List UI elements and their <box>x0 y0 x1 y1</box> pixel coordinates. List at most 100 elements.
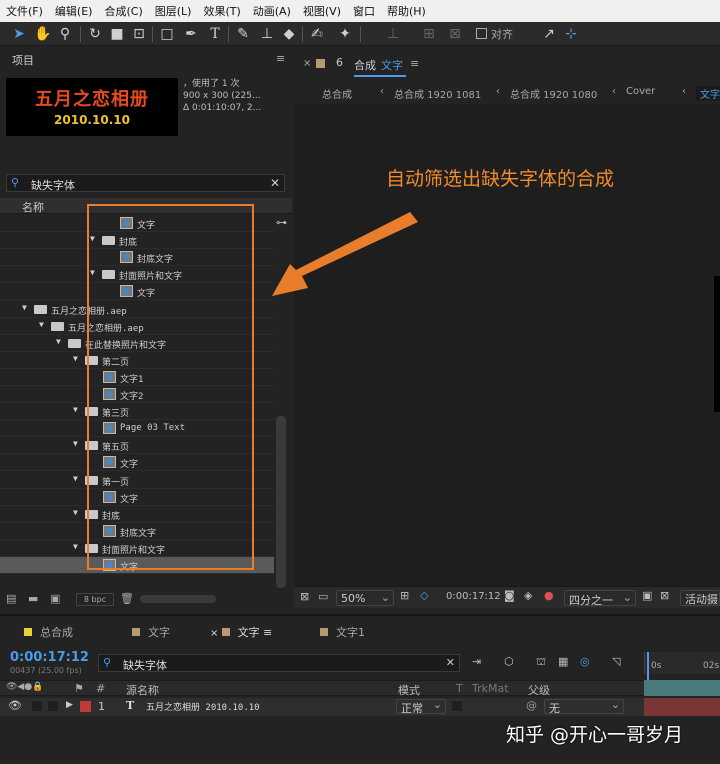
breadcrumb-chevron-icon[interactable]: ‹ <box>682 86 686 97</box>
clear-search-icon[interactable]: ✕ <box>270 176 280 190</box>
work-area-bar[interactable] <box>644 680 720 696</box>
render-icon[interactable]: ⊠ <box>300 590 309 603</box>
expand-triangle-icon[interactable]: ▶ <box>66 700 73 710</box>
preserve-transparency-switch[interactable] <box>452 701 462 711</box>
zoom-dropdown[interactable]: 50% ⌄ <box>336 590 394 606</box>
type-tool-icon[interactable]: T <box>206 25 224 43</box>
viewer-tab-name[interactable]: 文字 <box>381 57 403 73</box>
active-camera-dropdown[interactable]: 活动摄 <box>680 590 720 606</box>
expand-triangle-icon[interactable]: ▼ <box>73 439 78 448</box>
eraser-tool-icon[interactable]: ◆ <box>280 25 298 43</box>
source-name-header[interactable]: 源名称 <box>126 682 159 698</box>
show-snapshot-icon[interactable]: ◈ <box>524 589 532 602</box>
frame-blending-icon[interactable]: ▦ <box>558 655 568 668</box>
menu-item-5[interactable]: 动画(A) <box>247 3 297 19</box>
hand-tool-icon[interactable]: ✋ <box>34 25 52 43</box>
audio-switch[interactable] <box>32 701 42 711</box>
camera-tool-icon[interactable]: ■ <box>108 25 126 43</box>
pen-tool-icon[interactable]: ✒ <box>182 25 200 43</box>
align-checkbox[interactable] <box>476 28 487 39</box>
motion-blur-icon[interactable]: ◎ <box>580 655 590 668</box>
clear-search-icon[interactable]: ✕ <box>446 656 455 669</box>
scrollbar[interactable] <box>276 416 286 588</box>
breadcrumb-item[interactable]: 文字 <box>696 86 720 101</box>
roto-brush-tool-icon[interactable]: ✍ <box>308 25 326 43</box>
expand-triangle-icon[interactable]: ▼ <box>73 405 78 414</box>
breadcrumb-item[interactable]: Cover <box>626 86 655 97</box>
timeline-tab[interactable]: 文字1 <box>320 624 365 640</box>
panel-menu-icon[interactable]: ≡ <box>276 52 285 65</box>
timeline-tab[interactable]: 总合成 <box>24 624 73 640</box>
close-tab-icon[interactable]: × <box>210 628 222 639</box>
parent-dropdown[interactable]: 无 ⌄ <box>544 698 624 715</box>
timeline-tab[interactable]: × 文字 ≡ <box>210 624 272 644</box>
project-search-input[interactable]: ⚲ 缺失字体 ✕ <box>6 174 285 192</box>
expand-triangle-icon[interactable]: ▼ <box>56 337 61 346</box>
playhead[interactable] <box>647 652 649 682</box>
region-icon[interactable]: ▣ <box>642 589 652 602</box>
snapshot-icon[interactable]: ◙ <box>504 589 515 602</box>
mode-dropdown[interactable]: 正常 ⌄ <box>396 698 446 715</box>
new-comp-icon[interactable]: ▣ <box>50 592 60 605</box>
layer-row[interactable]: 👁 ▶ 1 T 五月之恋相册 2010.10.10 正常 ⌄ @ 无 ⌄ <box>0 698 644 716</box>
expand-triangle-icon[interactable]: ▼ <box>73 474 78 483</box>
menu-item-4[interactable]: 效果(T) <box>197 3 246 19</box>
bpc-button[interactable]: 8 bpc <box>76 593 114 606</box>
tab-menu-icon[interactable]: ≡ <box>260 626 272 639</box>
comp-mini-flowchart-icon[interactable]: ⇥ <box>472 655 481 668</box>
menu-item-0[interactable]: 文件(F) <box>0 3 49 19</box>
breadcrumb-item[interactable]: 总合成 1920 1081 <box>394 86 481 101</box>
breadcrumb-chevron-icon[interactable]: ‹ <box>612 86 616 97</box>
menu-item-7[interactable]: 窗口 <box>347 3 381 19</box>
interpret-footage-icon[interactable]: ▤ <box>6 592 16 605</box>
menu-item-6[interactable]: 视图(V) <box>297 3 347 19</box>
breadcrumb-item[interactable]: 总合成 1920 1080 <box>510 86 597 101</box>
snap-target-icon[interactable]: ⊹ <box>562 25 580 43</box>
timeline-timecode[interactable]: 0:00:17:12 <box>10 650 89 665</box>
breadcrumb-chevron-icon[interactable]: ‹ <box>380 86 384 97</box>
eye-icon[interactable]: 👁 <box>8 699 22 712</box>
new-folder-icon[interactable]: ▬ <box>28 592 38 605</box>
color-channel-icon[interactable]: ● <box>544 589 554 602</box>
viewer-time[interactable]: 0:00:17:12 <box>446 591 501 602</box>
expand-triangle-icon[interactable]: ▼ <box>22 303 27 312</box>
timeline-search-input[interactable]: ⚲ 缺失字体 ✕ <box>98 654 460 672</box>
expand-triangle-icon[interactable]: ▼ <box>39 320 44 329</box>
layer-name[interactable]: 五月之恋相册 2010.10.10 <box>146 700 260 713</box>
zoom-tool-icon[interactable]: ⚲ <box>56 25 74 43</box>
rotate-tool-icon[interactable]: ↻ <box>86 25 104 43</box>
graph-editor-icon[interactable]: ◹ <box>612 655 620 668</box>
h-scrollbar[interactable] <box>140 595 216 603</box>
breadcrumb-item[interactable]: 总合成 <box>322 86 352 101</box>
close-tab-icon[interactable]: × <box>303 58 311 69</box>
puppet-pin-tool-icon[interactable]: ✦ <box>336 25 354 43</box>
mask-icon[interactable]: ◇ <box>420 589 428 602</box>
time-ruler[interactable]: 0s 02s <box>644 652 720 682</box>
pan-behind-tool-icon[interactable]: ⊡ <box>130 25 148 43</box>
brush-tool-icon[interactable]: ✎ <box>234 25 252 43</box>
lock-icon[interactable]: 6 <box>336 56 343 69</box>
layer-label-color[interactable] <box>80 701 91 712</box>
column-name-header[interactable]: 名称 <box>22 199 44 215</box>
expand-triangle-icon[interactable]: ▼ <box>73 354 78 363</box>
clone-stamp-tool-icon[interactable]: ⊥ <box>258 25 276 43</box>
timeline-tab[interactable]: 文字 <box>132 624 170 640</box>
trash-icon[interactable]: 🗑 <box>120 592 134 605</box>
viewer-menu-icon[interactable]: ≡ <box>410 57 419 70</box>
shy-layers-icon[interactable]: ⛫ <box>536 655 546 670</box>
expand-triangle-icon[interactable]: ▼ <box>73 508 78 517</box>
resolution-dropdown[interactable]: 四分之一 ⌄ <box>564 590 636 607</box>
transparency-grid-icon[interactable]: ⊠ <box>660 589 669 602</box>
selection-tool-icon[interactable]: ➤ <box>10 25 28 43</box>
pickwhip-icon[interactable]: @ <box>526 699 537 712</box>
expand-triangle-icon[interactable]: ▼ <box>73 542 78 551</box>
monitor-icon[interactable]: ▭ <box>318 590 328 603</box>
snapping-icon[interactable]: ↗ <box>540 25 558 43</box>
lock-switch[interactable] <box>48 701 58 711</box>
menu-item-8[interactable]: 帮助(H) <box>381 3 432 19</box>
layer-duration-bar[interactable] <box>644 698 720 716</box>
grid-icon[interactable]: ⊞ <box>400 589 409 602</box>
draft-3d-icon[interactable]: ⬡ <box>504 655 514 668</box>
menu-item-3[interactable]: 图层(L) <box>149 3 198 19</box>
rectangle-tool-icon[interactable]: □ <box>158 25 176 43</box>
